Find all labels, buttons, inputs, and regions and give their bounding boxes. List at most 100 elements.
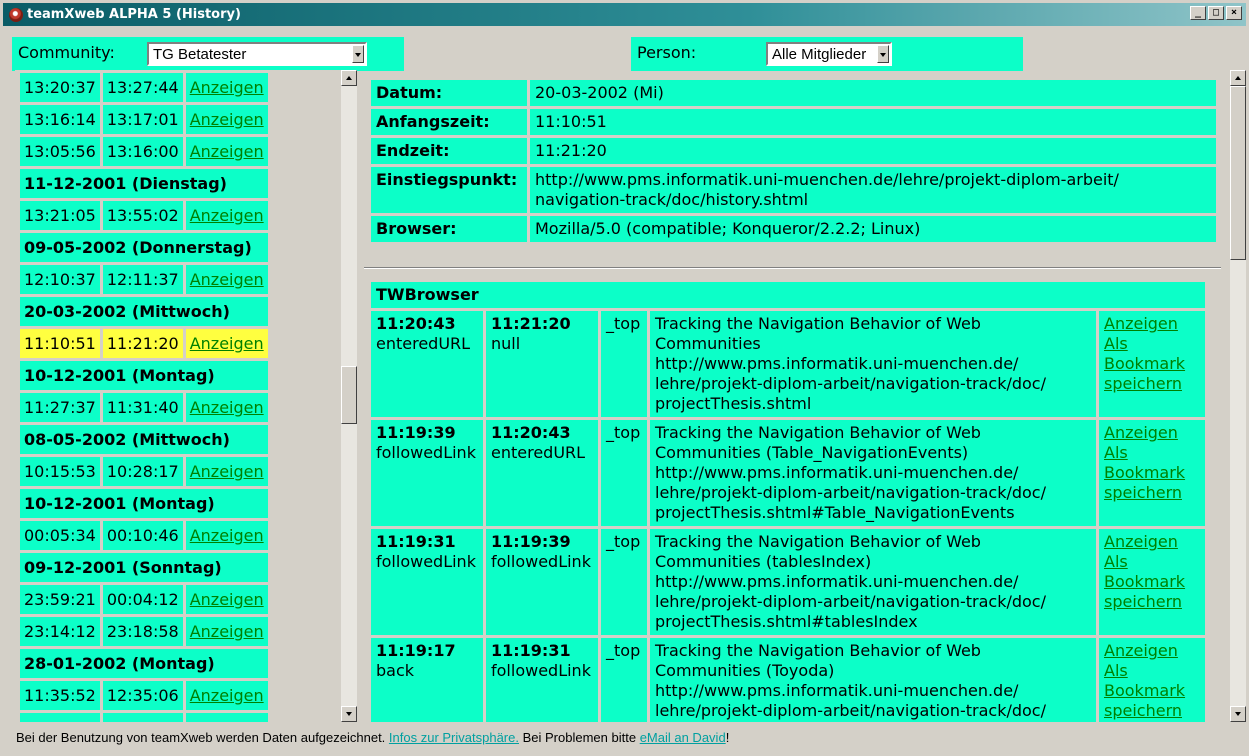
detail-value: http://www.pms.informatik.uni-muenchen.d…	[530, 167, 1216, 213]
show-session-link[interactable]: Anzeigen	[190, 462, 264, 481]
session-link-cell: Anzeigen	[185, 73, 268, 102]
track-end-time: 11:19:39	[491, 532, 571, 551]
track-page-cell: Tracking the Navigation Behavior of Web …	[650, 420, 1096, 526]
maximize-button[interactable]: □	[1208, 6, 1224, 20]
content-area: Community: TG Betatester Person: Alle Mi…	[3, 26, 1246, 745]
session-row: 23:14:12 23:18:58 Anzeigen	[20, 617, 268, 646]
show-session-link[interactable]: Anzeigen	[190, 526, 264, 545]
chevron-down-icon[interactable]	[352, 45, 364, 63]
session-date-row: 10-12-2001 (Montag)	[20, 361, 268, 390]
show-session-link[interactable]: Anzeigen	[190, 206, 264, 225]
session-link-cell: Anzeigen	[185, 265, 268, 294]
save-bookmark-link[interactable]: Als Bookmark speichern	[1104, 552, 1185, 611]
detail-row: Endzeit: 11:21:20	[371, 138, 1216, 164]
show-session-link[interactable]: Anzeigen	[190, 590, 264, 609]
session-row	[20, 713, 268, 722]
show-session-link[interactable]: Anzeigen	[190, 622, 264, 641]
track-actions-cell: Anzeigen Als Bookmark speichern	[1099, 420, 1205, 526]
track-start-time: 11:19:39	[376, 423, 456, 442]
session-date: 09-05-2002 (Donnerstag)	[20, 233, 268, 262]
session-end-time: 12:35:06	[102, 681, 183, 710]
track-row: 11:19:39 followedLink 11:20:43 enteredURL _t…	[371, 420, 1205, 526]
track-target: _top	[601, 420, 647, 526]
footer-text: Bei der Benutzung von teamXweb werden Da…	[16, 730, 386, 745]
navigation-track-table: TWBrowser 11:20:43 enteredURL 11:21:20 null…	[368, 279, 1208, 722]
session-detail-frame: Datum: 20-03-2002 (Mi) Anfangszeit: 11:10:5…	[362, 70, 1226, 722]
show-session-link[interactable]: Anzeigen	[190, 78, 264, 97]
session-row: 10:15:53 10:28:17 Anzeigen	[20, 457, 268, 486]
scroll-up-button[interactable]	[341, 70, 357, 86]
session-link-cell: Anzeigen	[185, 681, 268, 710]
divider	[364, 267, 1221, 269]
session-list-scrollbar[interactable]	[341, 70, 357, 722]
email-link[interactable]: eMail an David	[640, 730, 726, 745]
detail-key: Endzeit:	[371, 138, 527, 164]
track-page-cell: Tracking the Navigation Behavior of Web …	[650, 311, 1096, 417]
track-start-event: enteredURL	[376, 334, 471, 353]
show-session-link[interactable]: Anzeigen	[190, 142, 264, 161]
track-end-time: 11:21:20	[491, 314, 571, 333]
show-session-link[interactable]: Anzeigen	[190, 110, 264, 129]
track-end-cell: 11:20:43 enteredURL	[486, 420, 598, 526]
session-date-row: 28-01-2002 (Montag)	[20, 649, 268, 678]
session-start-time: 13:05:56	[20, 137, 100, 166]
person-select[interactable]: Alle Mitglieder	[766, 42, 892, 66]
scroll-thumb[interactable]	[1230, 86, 1246, 260]
save-bookmark-link[interactable]: Als Bookmark speichern	[1104, 443, 1185, 502]
track-page-title: Tracking the Navigation Behavior of Web …	[655, 641, 981, 680]
detail-key: Datum:	[371, 80, 527, 106]
detail-row: Anfangszeit: 11:10:51	[371, 109, 1216, 135]
chevron-down-icon[interactable]	[877, 45, 889, 63]
app-logo-icon	[9, 7, 23, 22]
window-controls: _ □ ×	[1190, 6, 1242, 20]
track-row: 11:19:31 followedLink 11:19:39 followedLink…	[371, 529, 1205, 635]
track-end-time: 11:19:31	[491, 641, 571, 660]
session-end-time: 11:31:40	[102, 393, 183, 422]
session-start-time: 00:05:34	[20, 521, 100, 550]
track-actions-cell: Anzeigen Als Bookmark speichern	[1099, 529, 1205, 635]
privacy-link[interactable]: Infos zur Privatsphäre.	[389, 730, 519, 745]
community-label: Community:	[18, 43, 115, 62]
scroll-down-button[interactable]	[1230, 706, 1246, 722]
show-session-link[interactable]: Anzeigen	[190, 398, 264, 417]
session-end-time: 13:55:02	[102, 201, 183, 230]
detail-value: 20-03-2002 (Mi)	[530, 80, 1216, 106]
save-bookmark-link[interactable]: Als Bookmark speichern	[1104, 661, 1185, 720]
session-link-cell: Anzeigen	[185, 329, 268, 358]
scroll-up-button[interactable]	[1230, 70, 1246, 86]
session-link-cell: Anzeigen	[185, 617, 268, 646]
detail-scrollbar[interactable]	[1230, 70, 1246, 722]
track-start-event: followedLink	[376, 443, 476, 462]
community-select-value: TG Betatester	[153, 45, 247, 63]
session-link-cell	[185, 713, 268, 722]
show-page-link[interactable]: Anzeigen	[1104, 641, 1178, 660]
track-page-cell: Tracking the Navigation Behavior of Web …	[650, 638, 1096, 722]
session-date: 28-01-2002 (Montag)	[20, 649, 268, 678]
show-session-link[interactable]: Anzeigen	[190, 334, 264, 353]
track-start-cell: 11:20:43 enteredURL	[371, 311, 483, 417]
show-session-link[interactable]: Anzeigen	[190, 686, 264, 705]
show-page-link[interactable]: Anzeigen	[1104, 423, 1178, 442]
scroll-thumb[interactable]	[341, 366, 357, 424]
session-end-time: 00:10:46	[102, 521, 183, 550]
track-page-url: http://www.pms.informatik.uni-muenchen.d…	[655, 463, 1046, 522]
track-start-event: back	[376, 661, 415, 680]
footer-text: !	[725, 730, 730, 745]
session-end-time: 13:17:01	[102, 105, 183, 134]
session-row: 13:05:56 13:16:00 Anzeigen	[20, 137, 268, 166]
track-end-event: followedLink	[491, 552, 591, 571]
show-page-link[interactable]: Anzeigen	[1104, 314, 1178, 333]
minimize-button[interactable]: _	[1190, 6, 1206, 20]
detail-row: Einstiegspunkt: http://www.pms.informatik…	[371, 167, 1216, 213]
session-link-cell: Anzeigen	[185, 393, 268, 422]
close-button[interactable]: ×	[1226, 6, 1242, 20]
show-session-link[interactable]: Anzeigen	[190, 270, 264, 289]
scroll-down-button[interactable]	[341, 706, 357, 722]
session-start-time: 13:21:05	[20, 201, 100, 230]
session-row: 00:05:34 00:10:46 Anzeigen	[20, 521, 268, 550]
show-page-link[interactable]: Anzeigen	[1104, 532, 1178, 551]
community-select[interactable]: TG Betatester	[147, 42, 367, 66]
track-target: _top	[601, 529, 647, 635]
save-bookmark-link[interactable]: Als Bookmark speichern	[1104, 334, 1185, 393]
footer-text: Bei Problemen bitte	[522, 730, 637, 745]
